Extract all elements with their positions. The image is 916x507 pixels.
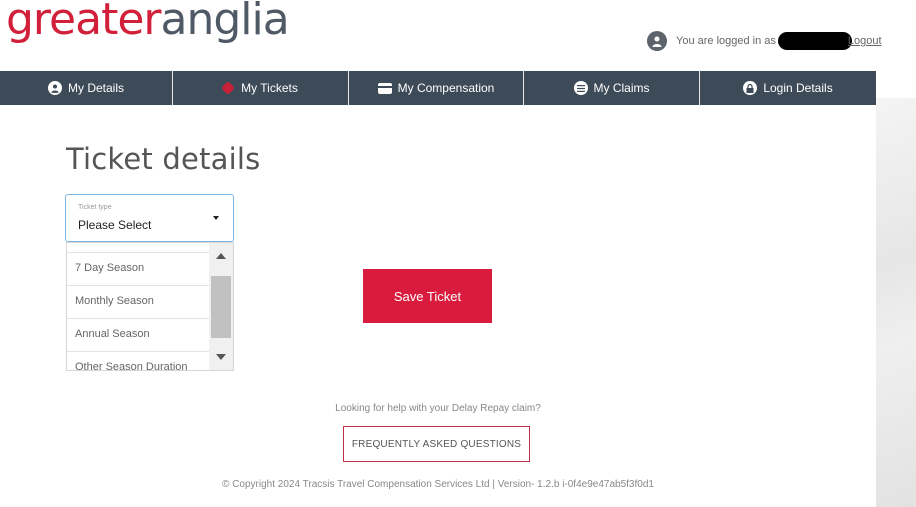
footer-copyright: © Copyright 2024 Tracsis Travel Compensa…	[222, 479, 654, 490]
nav-label: My Claims	[593, 81, 650, 95]
ticket-type-select[interactable]: Ticket type Please Select	[65, 194, 234, 242]
user-status: You are logged in as Logout	[647, 30, 882, 52]
list-icon	[573, 81, 588, 95]
save-ticket-button[interactable]: Save Ticket	[363, 269, 492, 323]
main-nav: My Details My Tickets My Compensation My…	[0, 71, 876, 105]
user-avatar-icon	[647, 31, 667, 51]
nav-item-my-compensation[interactable]: My Compensation	[349, 71, 524, 105]
page-title: Ticket details	[66, 142, 261, 176]
scroll-down-button[interactable]	[209, 346, 233, 368]
nav-label: My Compensation	[397, 81, 495, 95]
chevron-down-icon	[213, 216, 219, 220]
dropdown-option[interactable]: Other Season Duration	[67, 351, 209, 370]
username-redacted	[777, 32, 852, 50]
background-strip	[876, 98, 916, 507]
ticket-type-value: Please Select	[78, 218, 152, 232]
dropdown-option[interactable]: Monthly Season	[67, 285, 209, 317]
dropdown-scrollbar[interactable]	[209, 243, 233, 370]
logged-in-text: You are logged in as	[676, 35, 776, 47]
nav-item-my-claims[interactable]: My Claims	[524, 71, 700, 105]
card-icon	[377, 82, 392, 94]
nav-label: My Details	[67, 81, 124, 95]
dropdown-option[interactable]: 7 Day Season	[67, 252, 209, 284]
logo-text-anglia: anglia	[160, 0, 290, 45]
nav-item-my-details[interactable]: My Details	[0, 71, 173, 105]
scroll-thumb[interactable]	[211, 276, 231, 338]
nav-item-login-details[interactable]: Login Details	[700, 71, 876, 105]
faq-button[interactable]: FREQUENTLY ASKED QUESTIONS	[343, 426, 530, 462]
nav-item-my-tickets[interactable]: My Tickets	[173, 71, 349, 105]
logo-text-greater: greater	[6, 0, 161, 45]
help-text: Looking for help with your Delay Repay c…	[335, 403, 541, 414]
ticket-type-label: Ticket type	[78, 204, 112, 211]
dropdown-option[interactable]: Annual Season	[67, 318, 209, 350]
user-icon	[47, 81, 62, 95]
lock-icon	[743, 81, 758, 95]
scroll-up-button[interactable]	[209, 245, 233, 267]
greater-anglia-logo[interactable]: greateranglia	[6, 0, 290, 45]
nav-label: My Tickets	[241, 81, 298, 95]
logout-link[interactable]: Logout	[848, 35, 882, 47]
arrow-up-icon	[216, 253, 226, 259]
ticket-icon	[221, 80, 236, 96]
ticket-type-dropdown: 7 Day Season Monthly Season Annual Seaso…	[66, 242, 234, 371]
nav-label: Login Details	[763, 81, 833, 95]
arrow-down-icon	[216, 354, 226, 360]
